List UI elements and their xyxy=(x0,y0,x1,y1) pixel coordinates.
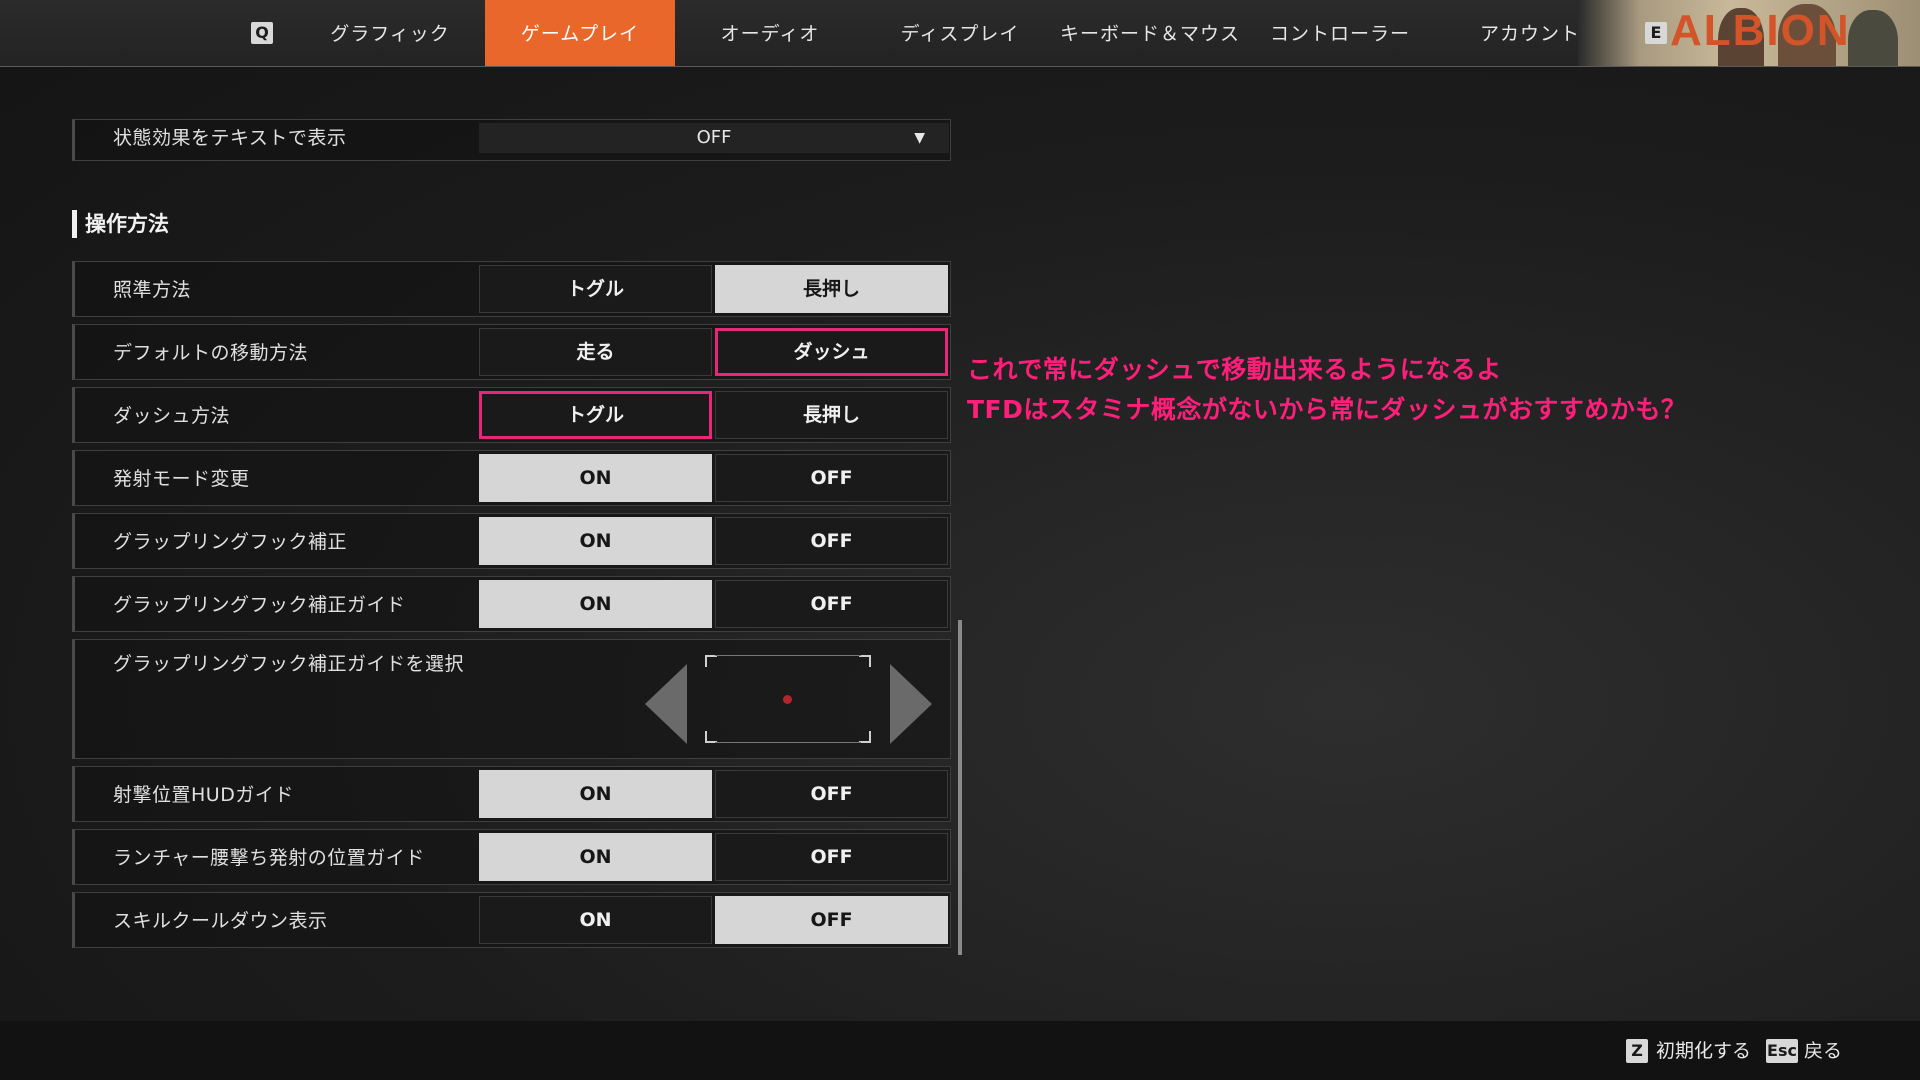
setting-row-grapple-guide-select: グラップリングフック補正ガイドを選択 xyxy=(72,639,951,759)
option-hold[interactable]: 長押し xyxy=(715,391,948,439)
tab-gameplay[interactable]: ゲームプレイ xyxy=(485,0,675,66)
tab-graphics[interactable]: グラフィック xyxy=(310,0,470,66)
tab-audio[interactable]: オーディオ xyxy=(690,0,850,66)
dropdown-arrow-icon: ▼ xyxy=(914,130,925,146)
option-dash[interactable]: ダッシュ xyxy=(715,328,948,376)
crosshair-dot-icon xyxy=(783,695,792,704)
option-on[interactable]: ON xyxy=(479,833,712,881)
setting-label: 発射モード変更 xyxy=(113,468,250,490)
z-key-hint[interactable]: Z xyxy=(1626,1039,1648,1063)
setting-label: スキルクールダウン表示 xyxy=(113,910,328,932)
option-off[interactable]: OFF xyxy=(715,580,948,628)
tab-controller[interactable]: コントローラー xyxy=(1260,0,1420,66)
top-nav: Q グラフィック ゲームプレイ オーディオ ディスプレイ キーボード＆マウス コ… xyxy=(0,0,1920,67)
setting-label: ランチャー腰撃ち発射の位置ガイド xyxy=(113,847,425,869)
setting-label: 状態効果をテキストで表示 xyxy=(113,127,347,149)
option-toggle[interactable]: トグル xyxy=(479,391,712,439)
option-off[interactable]: OFF xyxy=(715,833,948,881)
option-hold[interactable]: 長押し xyxy=(715,265,948,313)
tab-keyboard-mouse[interactable]: キーボード＆マウス xyxy=(1055,0,1245,66)
setting-label: グラップリングフック補正ガイドを選択 xyxy=(113,653,465,675)
status-effect-text-dropdown[interactable]: OFF ▼ xyxy=(479,123,949,153)
setting-row-launcher-hipfire-guide: ランチャー腰撃ち発射の位置ガイド ON OFF xyxy=(72,829,951,885)
option-run[interactable]: 走る xyxy=(479,328,712,376)
annotation-line: TFDはスタミナ概念がないから常にダッシュがおすすめかも？ xyxy=(967,395,1687,424)
grapple-guide-preview xyxy=(705,655,871,743)
setting-row-status-effect-text: 状態効果をテキストで表示 OFF ▼ xyxy=(72,119,951,161)
esc-key-hint[interactable]: Esc xyxy=(1766,1039,1798,1063)
setting-label: グラップリングフック補正ガイド xyxy=(113,594,406,616)
back-button[interactable]: 戻る xyxy=(1804,1037,1842,1065)
option-off[interactable]: OFF xyxy=(715,896,948,944)
setting-row-grapple-assist: グラップリングフック補正 ON OFF xyxy=(72,513,951,569)
character-figure xyxy=(1848,10,1898,66)
previous-arrow-icon[interactable] xyxy=(645,664,687,744)
banner-title: ALBION xyxy=(1670,6,1851,55)
dropdown-value: OFF xyxy=(696,127,732,148)
setting-row-default-movement: デフォルトの移動方法 走る ダッシュ xyxy=(72,324,951,380)
option-off[interactable]: OFF xyxy=(715,770,948,818)
setting-label: ダッシュ方法 xyxy=(113,405,231,427)
option-on[interactable]: ON xyxy=(479,454,712,502)
reset-button[interactable]: 初期化する xyxy=(1656,1037,1751,1065)
setting-label: グラップリングフック補正 xyxy=(113,531,348,553)
option-toggle[interactable]: トグル xyxy=(479,265,712,313)
option-on[interactable]: ON xyxy=(479,517,712,565)
scrollbar[interactable] xyxy=(958,620,962,955)
q-key-hint[interactable]: Q xyxy=(251,22,273,44)
setting-row-firing-position-hud: 射撃位置HUDガイド ON OFF xyxy=(72,766,951,822)
setting-row-fire-mode-change: 発射モード変更 ON OFF xyxy=(72,450,951,506)
option-off[interactable]: OFF xyxy=(715,517,948,565)
setting-label: 射撃位置HUDガイド xyxy=(113,784,294,806)
e-key-hint[interactable]: E xyxy=(1645,22,1667,44)
option-on[interactable]: ON xyxy=(479,580,712,628)
setting-row-skill-cooldown: スキルクールダウン表示 ON OFF xyxy=(72,892,951,948)
option-on[interactable]: ON xyxy=(479,770,712,818)
option-off[interactable]: OFF xyxy=(715,454,948,502)
promo-banner[interactable]: ALBION E xyxy=(1578,0,1920,66)
annotation-line: これで常にダッシュで移動出来るようになるよ xyxy=(967,355,1502,384)
tab-display[interactable]: ディスプレイ xyxy=(880,0,1040,66)
setting-label: 照準方法 xyxy=(113,279,192,301)
setting-row-dash-mode: ダッシュ方法 トグル 長押し xyxy=(72,387,951,443)
setting-row-grapple-assist-guide: グラップリングフック補正ガイド ON OFF xyxy=(72,576,951,632)
section-title: 操作方法 xyxy=(72,210,169,238)
option-on[interactable]: ON xyxy=(479,896,712,944)
setting-label: デフォルトの移動方法 xyxy=(113,342,309,364)
next-arrow-icon[interactable] xyxy=(890,664,932,744)
setting-row-aim-mode: 照準方法 トグル 長押し xyxy=(72,261,951,317)
footer-bar: Z 初期化する Esc 戻る xyxy=(0,1021,1920,1080)
